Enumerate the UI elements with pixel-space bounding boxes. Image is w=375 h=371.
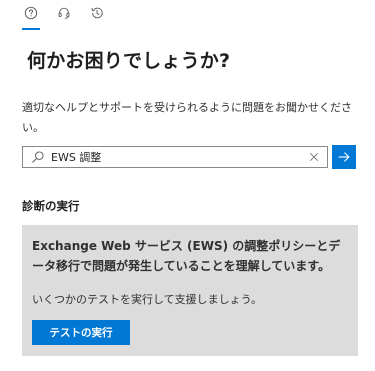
diagnostics-text: いくつかのテストを実行して支援しましょう。: [32, 293, 263, 306]
search-input[interactable]: [51, 150, 305, 164]
page-title: 何かお困りでしょうか?: [27, 50, 231, 72]
diagnostics-heading: Exchange Web サービス (EWS) の調整ポリシーとデータ移行で問題…: [32, 239, 341, 273]
run-tests-button[interactable]: テストの実行: [32, 320, 130, 345]
headset-icon: [58, 7, 70, 19]
tab-help[interactable]: [22, 0, 40, 30]
search-box: [22, 146, 328, 168]
history-icon: [91, 7, 103, 19]
tab-history[interactable]: [88, 0, 106, 26]
clear-search-button[interactable]: [305, 148, 323, 166]
help-description: 適切なヘルプとサポートを受けられるように問題をお聞かせください。: [22, 101, 352, 134]
search-row: [22, 145, 356, 169]
help-tabs: [22, 0, 106, 32]
tab-contact-support[interactable]: [55, 0, 73, 26]
diagnostics-card: Exchange Web サービス (EWS) の調整ポリシーとデータ移行で問題…: [22, 225, 358, 356]
search-icon: [31, 150, 45, 164]
help-circle-icon: [24, 6, 38, 20]
submit-search-button[interactable]: [332, 145, 356, 169]
diagnostics-section-title: 診断の実行: [22, 199, 80, 213]
arrow-right-icon: [338, 152, 350, 162]
close-icon: [309, 152, 319, 162]
